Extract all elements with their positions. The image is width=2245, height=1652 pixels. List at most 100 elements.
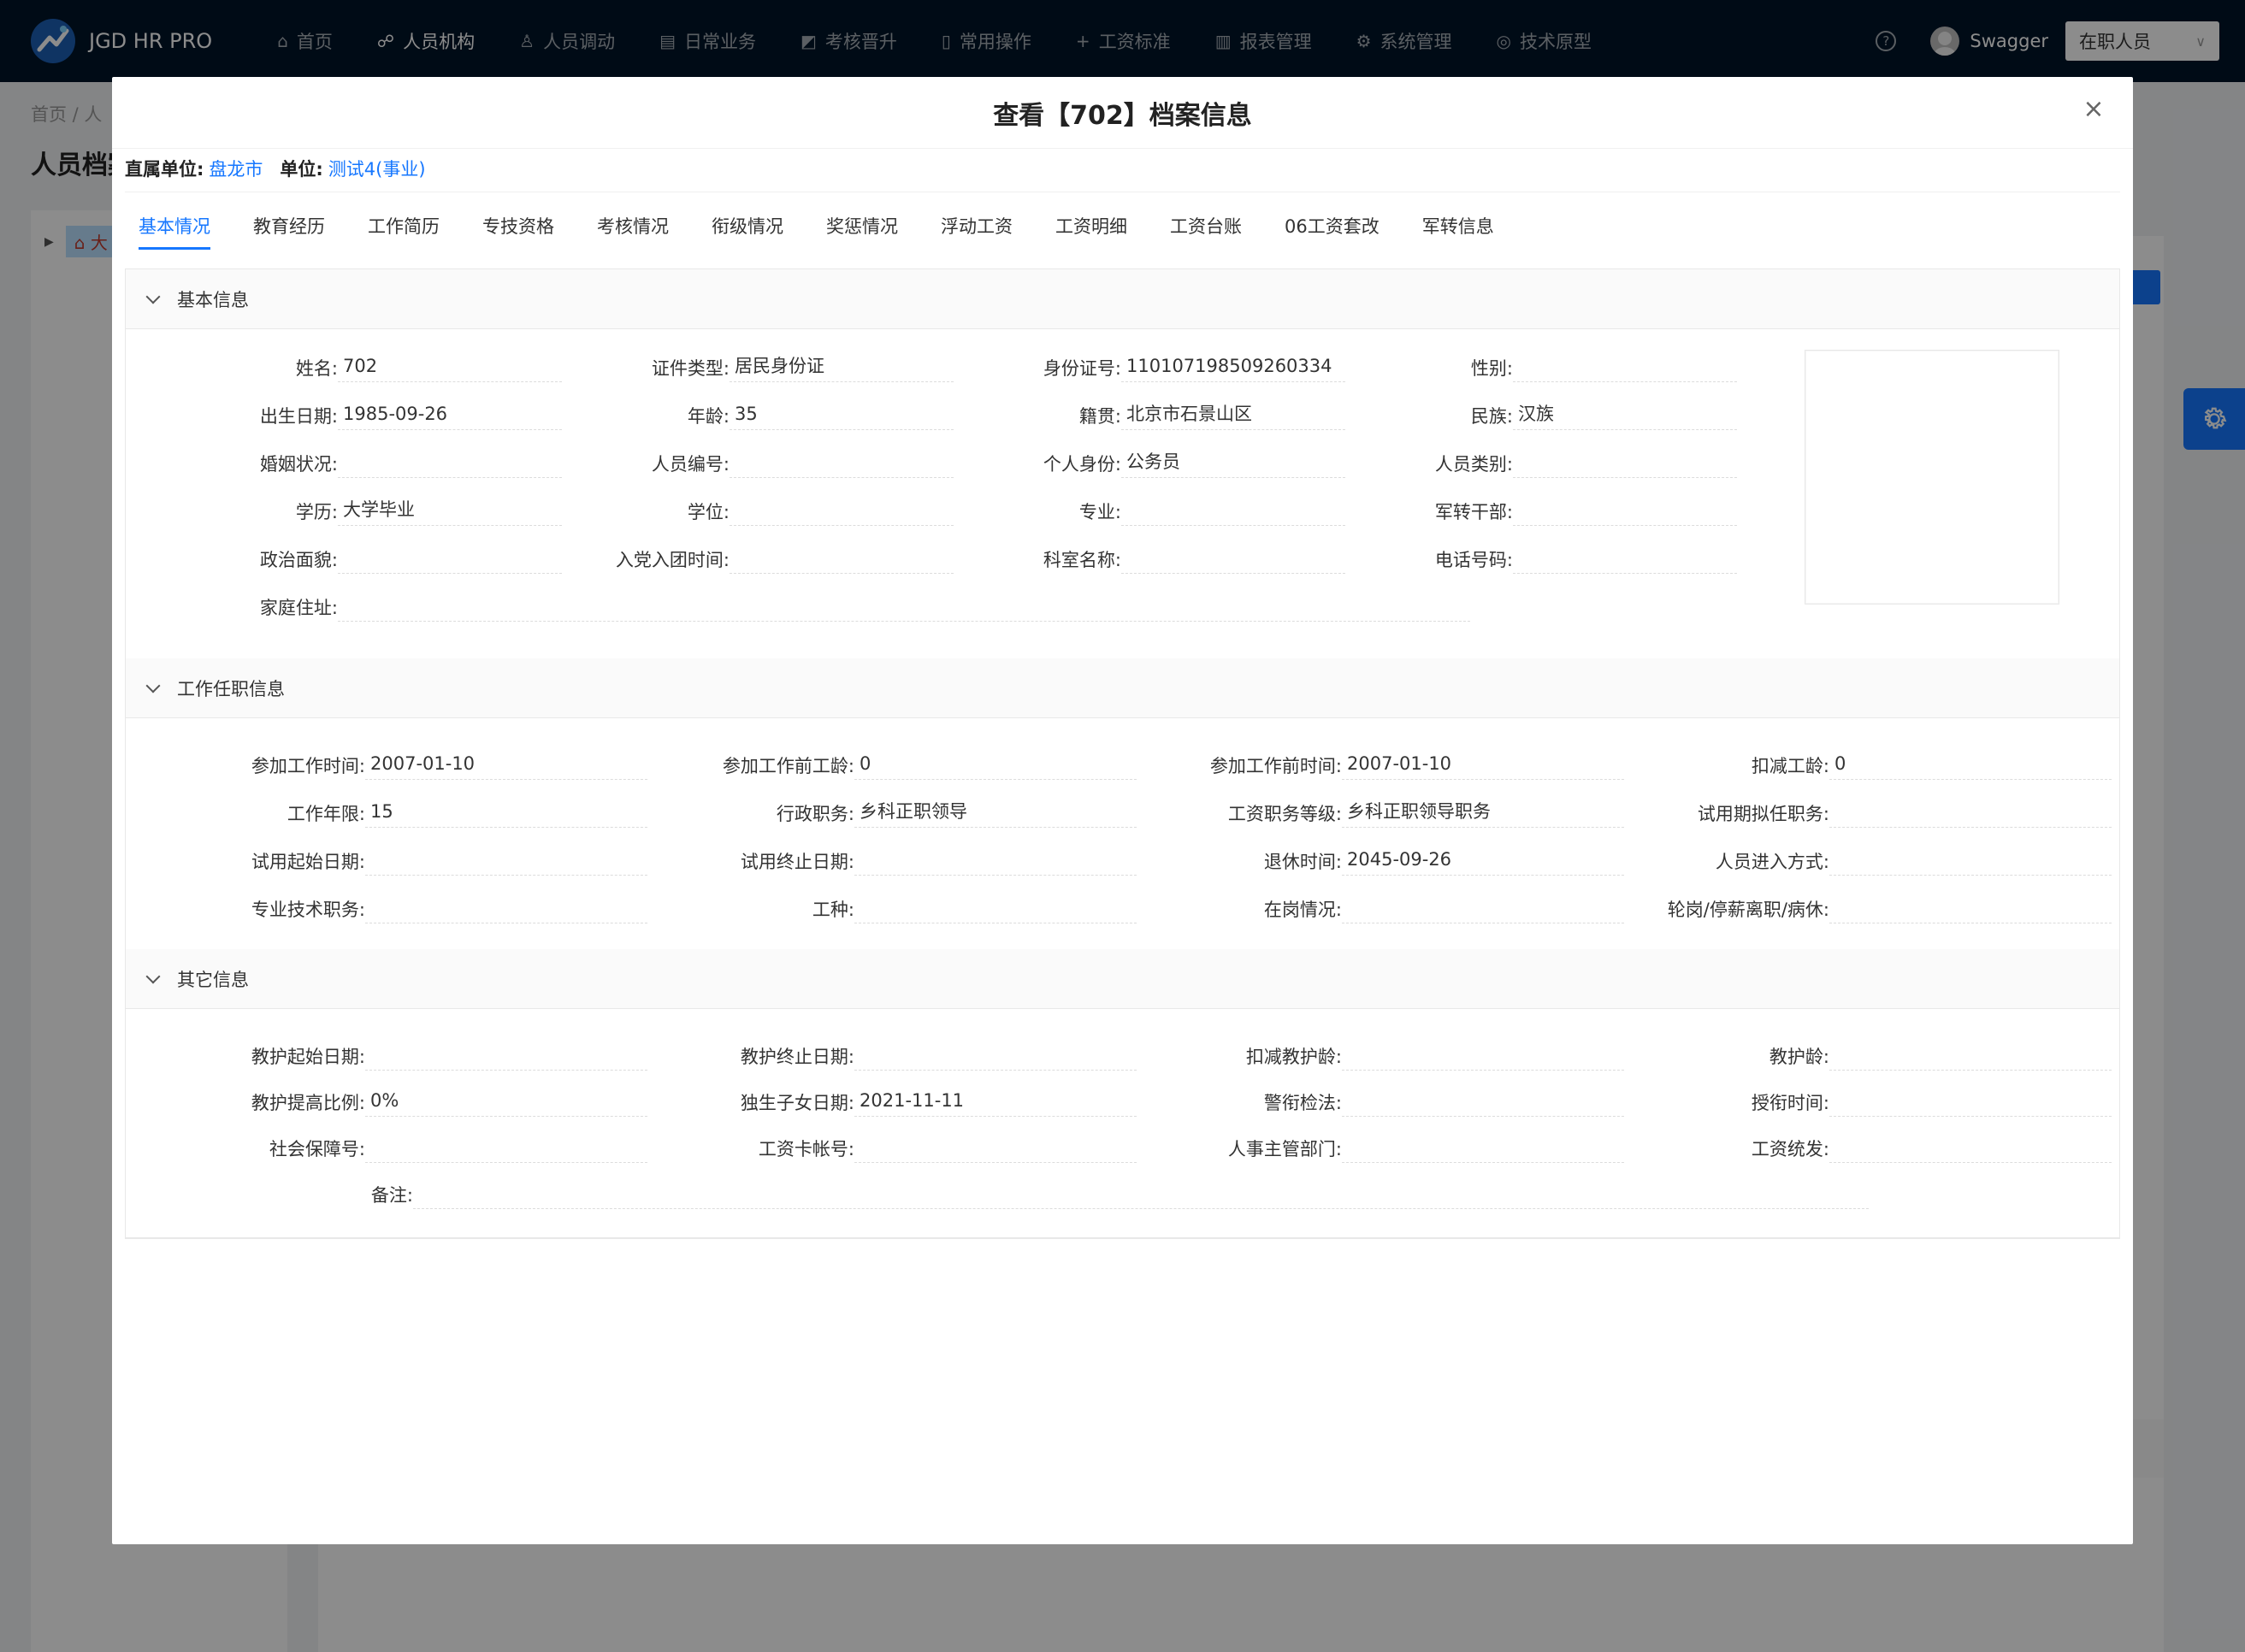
field-label: 人员类别: <box>1434 454 1513 475</box>
field-label: 试用起始日期: <box>251 852 365 872</box>
field-value: 110107198509260334 <box>1121 353 1345 382</box>
field-value <box>730 497 954 526</box>
field-value: 2007-01-10 <box>1342 751 1624 780</box>
field-value <box>1342 894 1624 923</box>
field-value <box>338 545 562 574</box>
field-value <box>1513 449 1737 478</box>
field-label: 参加工作时间: <box>251 756 365 776</box>
form-field: 工资职务等级: 乡科正职领导职务 <box>1137 799 1624 828</box>
field-label: 轮岗/停薪离职/病休: <box>1667 900 1829 920</box>
section-title: 其它信息 <box>177 969 249 990</box>
form-field: 身份证号: 110107198509260334 <box>943 353 1345 382</box>
tab-7[interactable]: 浮动工资 <box>927 205 1026 253</box>
unit-label: 直属单位: <box>125 159 204 180</box>
field-value <box>1513 497 1737 526</box>
tab-9[interactable]: 工资台账 <box>1156 205 1255 253</box>
field-label: 专业技术职务: <box>251 900 365 920</box>
field-label: 民族: <box>1470 406 1513 427</box>
form-field: 军转干部: <box>1335 497 1737 526</box>
form-field: 人事主管部门: <box>1137 1134 1624 1163</box>
field-label: 科室名称: <box>1043 550 1121 570</box>
field-label: 扣减工龄: <box>1751 756 1829 776</box>
form-field: 警衔检法: <box>1137 1088 1624 1117</box>
field-label: 教护提高比例: <box>251 1093 365 1113</box>
form-field: 教护终止日期: <box>649 1041 1137 1071</box>
field-label: 参加工作前工龄: <box>722 756 854 776</box>
form-field: 个人身份: 公务员 <box>943 449 1345 478</box>
tab-10[interactable]: 06工资套改 <box>1271 205 1393 253</box>
field-value: 2045-09-26 <box>1342 847 1624 876</box>
field-label: 独生子女日期: <box>740 1093 854 1113</box>
tab-11[interactable]: 军转信息 <box>1409 205 1508 253</box>
form-field: 人员编号: <box>552 449 954 478</box>
chevron-down-icon <box>145 678 161 693</box>
unit-value-link[interactable]: 盘龙市 <box>209 156 263 181</box>
form-field: 扣减教护龄: <box>1137 1041 1624 1071</box>
field-value: 0 <box>854 751 1137 780</box>
form-field: 参加工作前工龄: 0 <box>649 751 1137 780</box>
field-value: 北京市石景山区 <box>1121 401 1345 430</box>
form-field: 教护起始日期: <box>160 1041 647 1071</box>
field-label: 性别: <box>1470 358 1513 379</box>
field-label: 电话号码: <box>1434 550 1513 570</box>
field-value: 2007-01-10 <box>365 751 647 780</box>
field-label: 社会保障号: <box>269 1139 365 1159</box>
form-field: 专业: <box>943 497 1345 526</box>
form-field: 工种: <box>649 894 1137 923</box>
field-value <box>1829 1088 2112 1117</box>
field-label: 军转干部: <box>1434 502 1513 522</box>
form-field: 人员进入方式: <box>1624 847 2112 876</box>
field-value: 大学毕业 <box>338 497 562 526</box>
field-label: 行政职务: <box>776 804 854 824</box>
photo-placeholder <box>1805 350 2059 605</box>
form-field: 民族: 汉族 <box>1335 401 1737 430</box>
section-header[interactable]: 其它信息 <box>126 949 2119 1009</box>
modal-header: 查看【702】档案信息 × <box>112 77 2133 149</box>
field-label: 工资职务等级: <box>1227 804 1342 824</box>
field-value <box>365 1134 647 1163</box>
field-value <box>1342 1088 1624 1117</box>
tab-6[interactable]: 奖惩情况 <box>812 205 912 253</box>
field-label: 人员进入方式: <box>1715 852 1829 872</box>
section-header[interactable]: 工作任职信息 <box>126 658 2119 718</box>
form-field: 专业技术职务: <box>160 894 647 923</box>
dept-value-link[interactable]: 测试4(事业) <box>328 156 426 181</box>
tab-8[interactable]: 工资明细 <box>1042 205 1141 253</box>
field-value: 702 <box>338 353 562 382</box>
field-value: 公务员 <box>1121 449 1345 478</box>
archive-tabs: 基本情况 教育经历 工作简历 专技资格 考核情况 衔级情况 奖惩情况 浮动工资 工资明细 工资台账… <box>125 205 2120 253</box>
form-field: 学历: 大学毕业 <box>160 497 562 526</box>
section-body: 姓名: 702 证件类型: 居民身份证 身份证号: 110107198509260334 性… <box>126 329 2119 659</box>
field-label: 退休时间: <box>1263 852 1342 872</box>
tab-5[interactable]: 衔级情况 <box>698 205 797 253</box>
tab-2[interactable]: 工作简历 <box>354 205 453 253</box>
field-label: 教护龄: <box>1769 1047 1829 1067</box>
field-label: 学位: <box>687 502 730 522</box>
form-field: 人员类别: <box>1335 449 1737 478</box>
form-field: 参加工作前时间: 2007-01-10 <box>1137 751 1624 780</box>
section-0: 基本信息 姓名: 702 证件类型: 居民身份证 身份证号: 110107198509260… <box>125 268 2120 660</box>
field-value: 乡科正职领导职务 <box>1342 799 1624 828</box>
form-field: 试用终止日期: <box>649 847 1137 876</box>
field-value <box>854 847 1137 876</box>
tab-4[interactable]: 考核情况 <box>583 205 682 253</box>
field-label: 家庭住址: <box>259 598 338 618</box>
field-value <box>413 1180 1869 1209</box>
close-icon[interactable]: × <box>2080 96 2107 123</box>
form-field: 轮岗/停薪离职/病休: <box>1624 894 2112 923</box>
tab-1[interactable]: 教育经历 <box>239 205 339 253</box>
form-field: 家庭住址: <box>160 593 1470 622</box>
field-label: 工种: <box>812 900 854 920</box>
section-header[interactable]: 基本信息 <box>126 269 2119 329</box>
field-value: 汉族 <box>1513 401 1737 430</box>
field-value <box>338 593 1470 622</box>
form-field: 在岗情况: <box>1137 894 1624 923</box>
field-label: 工资统发: <box>1751 1139 1829 1159</box>
field-value <box>365 847 647 876</box>
tab-0[interactable]: 基本情况 <box>125 205 224 253</box>
field-value <box>1829 847 2112 876</box>
field-value <box>1513 545 1737 574</box>
form-field: 参加工作时间: 2007-01-10 <box>160 751 647 780</box>
tab-3[interactable]: 专技资格 <box>469 205 568 253</box>
field-label: 试用期拟任职务: <box>1697 804 1829 824</box>
